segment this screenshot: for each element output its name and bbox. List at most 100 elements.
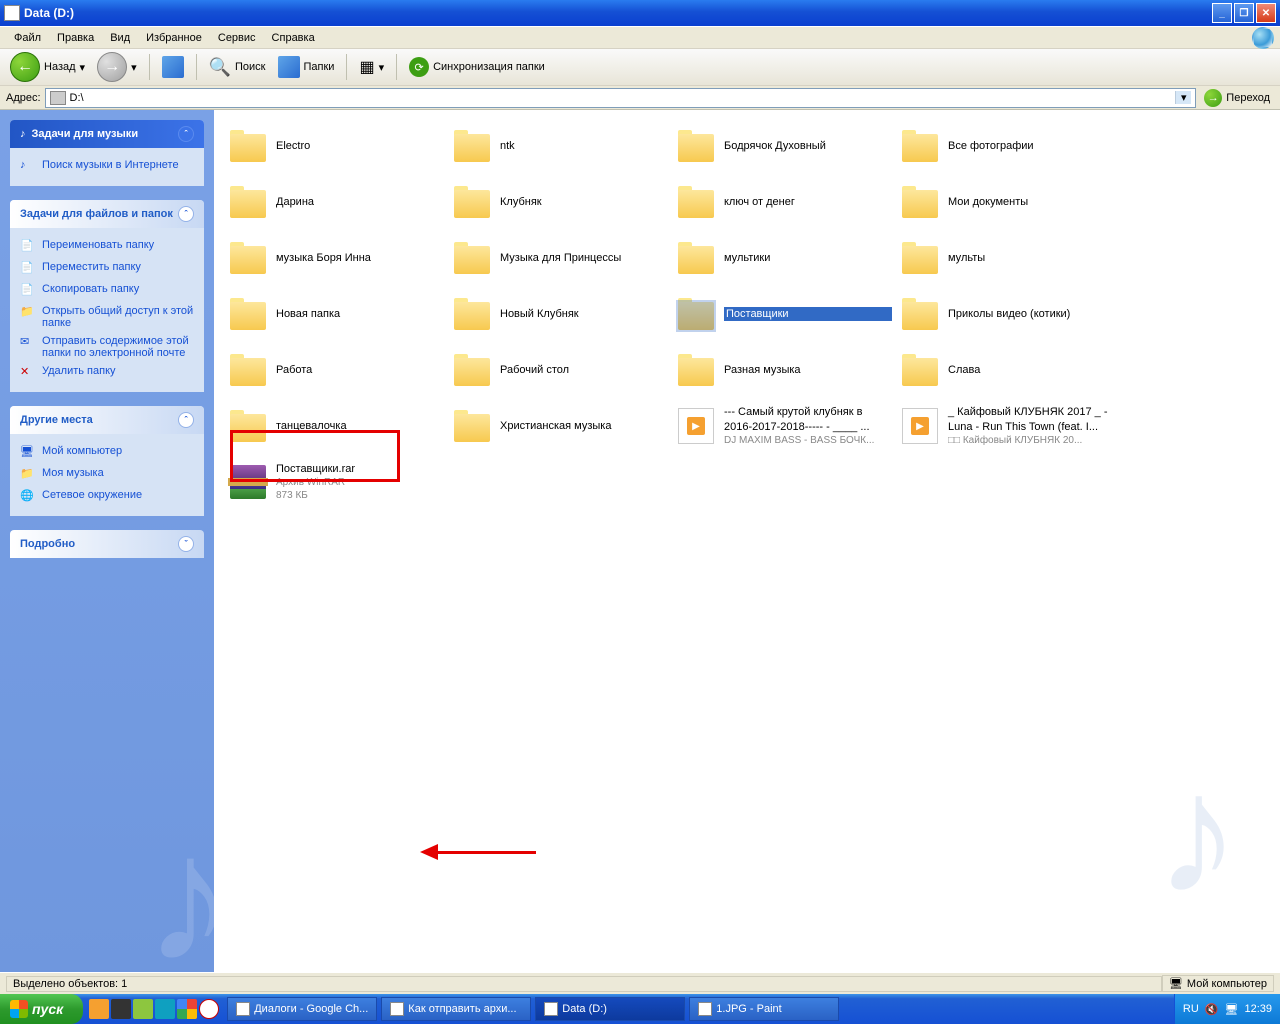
search-button[interactable]: 🔍Поиск [205,55,270,80]
side-panel: ♪ Задачи для музыки ˆ ♪Поиск музыки в Ин… [0,110,214,972]
section-header-details[interactable]: Подробно ˇ [10,530,204,558]
menu-view[interactable]: Вид [102,30,138,46]
folder-item[interactable]: танцевалочка [226,402,446,450]
folder-item[interactable]: музыка Боря Инна [226,234,446,282]
task-rename[interactable]: 📄Переименовать папку [20,236,194,258]
folder-item[interactable]: ключ от денег [674,178,894,226]
task-email[interactable]: ✉Отправить содержимое этой папки по элек… [20,332,194,362]
task-my-music[interactable]: 📁 Моя музыка [20,464,194,486]
folder-item[interactable]: Клубняк [450,178,670,226]
collapse-icon: ˆ [178,206,194,222]
folder-item[interactable]: Новый Клубняк [450,290,670,338]
folder-item[interactable]: Все фотографии [898,122,1118,170]
ql-item[interactable] [155,999,175,1019]
section-header-file-tasks[interactable]: Задачи для файлов и папок ˆ [10,200,204,228]
folder-item[interactable]: Рабочий стол [450,346,670,394]
task-move[interactable]: 📄Переместить папку [20,258,194,280]
expand-icon: ˇ [178,536,194,552]
task-delete[interactable]: ✕Удалить папку [20,362,194,384]
media-item[interactable]: --- Самый крутой клубняк в 2016-2017-201… [674,402,894,450]
app-icon [698,1002,712,1016]
task-copy[interactable]: 📄Скопировать папку [20,280,194,302]
menu-favorites[interactable]: Избранное [138,30,210,46]
folder-item[interactable]: Приколы видео (котики) [898,290,1118,338]
minimize-button[interactable]: _ [1212,3,1232,23]
item-label: Приколы видео (котики) [948,307,1116,321]
section-title: Подробно [20,538,75,550]
folders-button[interactable]: Папки [274,54,339,80]
item-label: Клубняк [500,195,668,209]
taskbar-item[interactable]: Data (D:) [535,997,685,1021]
item-label: Рабочий стол [500,363,668,377]
section-header-other-places[interactable]: Другие места ˆ [10,406,204,434]
up-button[interactable] [158,54,188,80]
item-label: Работа [276,363,444,377]
chevron-down-icon: ▾ [131,61,137,74]
quick-launch [83,999,225,1019]
folder-item[interactable]: Поставщики [674,290,894,338]
folder-item[interactable]: Музыка для Принцессы [450,234,670,282]
sync-button[interactable]: ⟳Синхронизация папки [405,55,549,79]
task-network[interactable]: 🌐Сетевое окружение [20,486,194,508]
folder-icon [676,350,716,390]
menu-tools[interactable]: Сервис [210,30,264,46]
task-label: Моя музыка [42,467,104,479]
folder-item[interactable]: ntk [450,122,670,170]
menu-help[interactable]: Справка [264,30,323,46]
throbber-icon [1252,27,1274,49]
music-note-icon: ♪ [20,128,26,140]
ql-item[interactable] [111,999,131,1019]
task-search-music[interactable]: ♪Поиск музыки в Интернете [20,156,194,178]
back-button[interactable]: ← Назад ▾ [6,50,89,84]
collapse-icon: ˆ [178,126,194,142]
folder-item[interactable]: Работа [226,346,446,394]
tray-icon[interactable]: 🖥 [1225,1003,1239,1016]
folder-item[interactable]: мультики [674,234,894,282]
sync-label: Синхронизация папки [433,61,545,73]
folder-item[interactable]: Бодрячок Духовный [674,122,894,170]
go-arrow-icon: → [1204,89,1222,107]
folder-item[interactable]: мульты [898,234,1118,282]
menu-file[interactable]: Файл [6,30,49,46]
maximize-button[interactable]: ❐ [1234,3,1254,23]
music-folder-icon: 📁 [20,467,36,483]
folder-icon [676,182,716,222]
close-button[interactable]: ✕ [1256,3,1276,23]
ql-item[interactable] [89,999,109,1019]
ql-chrome[interactable] [177,999,197,1019]
taskbar-item[interactable]: Как отправить архи... [381,997,531,1021]
task-my-computer[interactable]: 🖥Мой компьютер [20,442,194,464]
taskbar-item[interactable]: 1.JPG - Paint [689,997,839,1021]
views-button[interactable]: ▦▾ [355,55,388,79]
tray-icon[interactable]: 🔇 [1205,1003,1219,1016]
folder-item[interactable]: Слава [898,346,1118,394]
drive-icon [4,5,20,21]
media-item[interactable]: _ Кайфовый КЛУБНЯК 2017 _ - Luna - Run T… [898,402,1118,450]
task-share[interactable]: 📁Открыть общий доступ к этой папке [20,302,194,332]
folder-item[interactable]: Христианская музыка [450,402,670,450]
folder-item[interactable]: Новая папка [226,290,446,338]
ql-item[interactable] [133,999,153,1019]
watermark-note-icon: ♪ [1155,736,1240,932]
menu-edit[interactable]: Правка [49,30,102,46]
files-area[interactable]: ElectrontkБодрячок ДуховныйВсе фотографи… [214,110,1280,972]
taskbar-item[interactable]: Диалоги - Google Ch... [227,997,377,1021]
folder-item[interactable]: Electro [226,122,446,170]
folder-item[interactable]: Мои документы [898,178,1118,226]
views-icon: ▦ [359,57,374,77]
copy-icon: 📄 [20,283,36,299]
go-button[interactable]: → Переход [1200,89,1274,107]
folder-item[interactable]: Дарина [226,178,446,226]
forward-button[interactable]: → ▾ [93,50,141,84]
language-indicator[interactable]: RU [1183,1003,1199,1015]
folder-item[interactable]: Разная музыка [674,346,894,394]
address-input[interactable]: D:\ ▾ [45,88,1197,108]
archive-item[interactable]: Поставщики.rarАрхив WinRAR873 КБ [226,458,446,506]
start-button[interactable]: пуск [0,994,83,1024]
item-label: мультики [724,251,892,265]
clock[interactable]: 12:39 [1244,1003,1272,1015]
item-label: танцевалочка [276,419,444,433]
section-header-music[interactable]: ♪ Задачи для музыки ˆ [10,120,204,148]
ql-yandex[interactable] [199,999,219,1019]
address-dropdown-button[interactable]: ▾ [1175,91,1191,104]
